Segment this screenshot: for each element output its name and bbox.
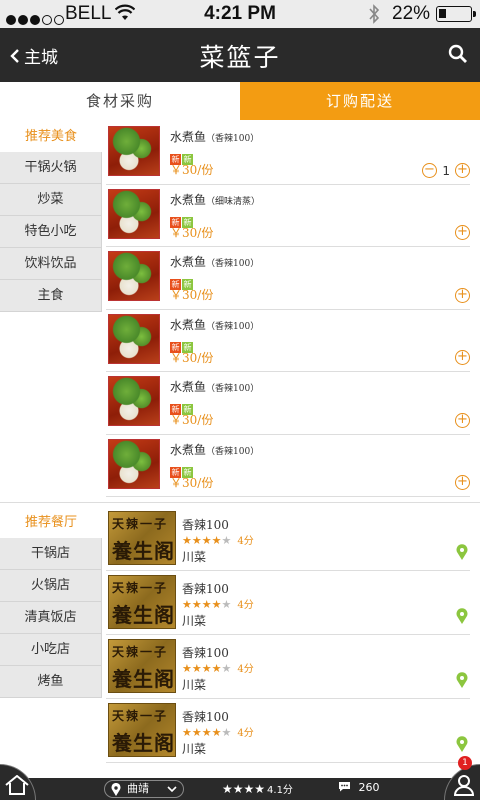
restaurant-logo: 天辣一子 養生阁	[108, 639, 176, 693]
restaurant-logo: 天辣一子 養生阁	[108, 575, 176, 629]
cuisine-label: 川菜	[182, 614, 207, 628]
food-image	[108, 126, 160, 176]
status-bar: BELL 4:21 PM 22%	[0, 0, 480, 28]
restaurant-logo: 天辣一子 養生阁	[108, 703, 176, 757]
tab-bar: 食材采购 订购配送	[0, 82, 480, 120]
restaurant-logo: 天辣一子 養生阁	[108, 511, 176, 565]
food-image	[108, 438, 160, 489]
bottom-bar: 曲靖 ★★★★ 4.1分 260	[0, 778, 480, 800]
star-rating: ★★★★★ 4分	[182, 598, 254, 611]
tab-order-delivery[interactable]: 订购配送	[240, 82, 480, 120]
food-name: 水煮鱼（香辣100）	[170, 130, 260, 144]
location-pin-icon[interactable]	[456, 672, 468, 692]
comment-icon	[339, 782, 350, 792]
star-rating: ★★★★★ 4分	[182, 726, 254, 739]
sidebar-item-grilled-fish[interactable]: 烤鱼	[0, 666, 102, 698]
home-button[interactable]	[0, 764, 36, 800]
location-pin-icon[interactable]	[456, 608, 468, 628]
location-label: 曲靖	[127, 782, 149, 795]
food-image	[108, 376, 160, 426]
add-to-cart-button[interactable]: +	[455, 225, 470, 240]
quantity-value: 1	[442, 163, 450, 178]
battery-icon	[436, 6, 476, 22]
location-selector[interactable]: 曲靖	[104, 780, 184, 798]
location-pin-icon[interactable]	[456, 544, 468, 564]
sidebar-item-dry-pot-shop[interactable]: 干锅店	[0, 538, 102, 570]
sidebar-item-snack-shop[interactable]: 小吃店	[0, 634, 102, 666]
food-price: ￥30/份	[170, 350, 214, 365]
comment-count[interactable]: 260	[338, 781, 380, 794]
battery-percent: 22%	[392, 3, 431, 24]
location-pin-icon[interactable]	[456, 736, 468, 756]
add-to-cart-button[interactable]: +	[455, 475, 470, 490]
sidebar-item-snacks[interactable]: 特色小吃	[0, 216, 102, 248]
cuisine-label: 川菜	[182, 742, 207, 756]
sidebar-item-halal-restaurant[interactable]: 清真饭店	[0, 602, 102, 634]
sidebar-item-staple[interactable]: 主食	[0, 280, 102, 312]
food-category-header[interactable]: 推荐美食	[0, 122, 102, 152]
food-price: ￥30/份	[170, 163, 214, 177]
star-rating: ★★★★★ 4分	[182, 534, 254, 547]
restaurant-name: 香辣100	[182, 518, 229, 532]
food-image	[108, 188, 160, 239]
restaurant-category-sidebar: 推荐餐厅 干锅店 火锅店 清真饭店 小吃店 烤鱼	[0, 508, 102, 698]
restaurant-name: 香辣100	[182, 646, 229, 660]
bluetooth-icon	[368, 4, 380, 30]
sidebar-item-drinks[interactable]: 饮料饮品	[0, 248, 102, 280]
food-price: ￥30/份	[170, 413, 214, 427]
search-icon[interactable]	[448, 44, 468, 68]
food-image	[108, 251, 160, 301]
list-item[interactable]: 水煮鱼（细味清蒸） 新新 ￥30/份 +	[106, 185, 470, 247]
section-divider	[0, 502, 480, 503]
user-icon	[453, 775, 475, 796]
add-to-cart-button[interactable]: +	[455, 162, 470, 178]
home-icon	[5, 775, 29, 795]
list-item[interactable]: 天辣一子 養生阁 香辣100 ★★★★★ 4分 川菜	[106, 571, 470, 635]
food-price: ￥30/份	[170, 225, 214, 240]
restaurant-list: 天辣一子 養生阁 香辣100 ★★★★★ 4分 川菜 天辣一子 養生阁 香辣100 ★…	[106, 507, 470, 763]
star-rating: ★★★★★ 4分	[182, 662, 254, 675]
page-title: 菜篮子	[199, 43, 281, 72]
restaurant-name: 香辣100	[182, 710, 229, 724]
food-name: 水煮鱼（香辣100）	[170, 317, 260, 332]
food-list: 水煮鱼（香辣100） 新新 ￥30/份 − 1 + 水煮鱼（细味清蒸） 新新 ￥…	[106, 122, 470, 497]
list-item[interactable]: 水煮鱼（香辣100） 新新 ￥30/份 − 1 +	[106, 122, 470, 185]
sidebar-item-dry-pot-hotpot[interactable]: 干锅火锅	[0, 152, 102, 184]
food-price: ￥30/份	[170, 475, 214, 490]
sidebar-item-hotpot-shop[interactable]: 火锅店	[0, 570, 102, 602]
food-name: 水煮鱼（香辣100）	[170, 255, 260, 269]
add-to-cart-button[interactable]: +	[455, 287, 470, 303]
list-item[interactable]: 水煮鱼（香辣100） 新新 ￥30/份 +	[106, 435, 470, 497]
cuisine-label: 川菜	[182, 678, 207, 692]
food-name: 水煮鱼（细味清蒸）	[170, 192, 261, 207]
food-image	[108, 313, 160, 364]
list-item[interactable]: 水煮鱼（香辣100） 新新 ￥30/份 +	[106, 310, 470, 372]
list-item[interactable]: 天辣一子 養生阁 香辣100 ★★★★★ 4分 川菜	[106, 507, 470, 571]
list-item[interactable]: 天辣一子 養生阁 香辣100 ★★★★★ 4分 川菜	[106, 635, 470, 699]
food-name: 水煮鱼（香辣100）	[170, 442, 260, 457]
cuisine-label: 川菜	[182, 550, 207, 564]
sidebar-item-stir-fry[interactable]: 炒菜	[0, 184, 102, 216]
navigation-bar: 主城 菜篮子	[0, 28, 480, 82]
food-price: ￥30/份	[170, 288, 214, 302]
restaurant-category-header[interactable]: 推荐餐厅	[0, 508, 102, 538]
add-to-cart-button[interactable]: +	[455, 350, 470, 365]
notification-badge: 1	[458, 756, 472, 770]
chevron-down-icon	[167, 786, 177, 793]
food-category-sidebar: 推荐美食 干锅火锅 炒菜 特色小吃 饮料饮品 主食	[0, 122, 102, 312]
location-pin-icon	[111, 783, 121, 796]
add-to-cart-button[interactable]: +	[455, 412, 470, 428]
decrease-quantity-button[interactable]: −	[422, 162, 437, 178]
list-item[interactable]: 天辣一子 養生阁 香辣100 ★★★★★ 4分 川菜	[106, 699, 470, 763]
tab-ingredient-purchase[interactable]: 食材采购	[0, 82, 240, 120]
overall-rating: ★★★★ 4.1分	[222, 782, 293, 796]
restaurant-name: 香辣100	[182, 582, 229, 596]
food-name: 水煮鱼（香辣100）	[170, 380, 260, 394]
list-item[interactable]: 水煮鱼（香辣100） 新新 ￥30/份 +	[106, 372, 470, 435]
list-item[interactable]: 水煮鱼（香辣100） 新新 ￥30/份 +	[106, 247, 470, 310]
